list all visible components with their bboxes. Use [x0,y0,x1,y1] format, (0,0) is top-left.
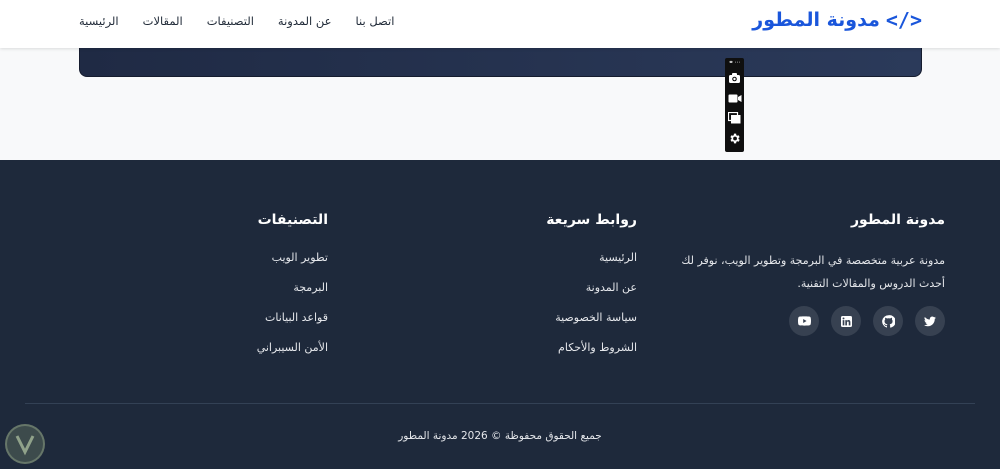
social-links [789,306,945,336]
site-logo[interactable]: </> مدونة المطور [752,8,922,32]
footer-link-home[interactable]: الرئيسية [599,251,637,264]
code-icon: </> [885,8,922,32]
twitter-icon[interactable] [915,306,945,336]
github-icon[interactable] [873,306,903,336]
footer-quick-links-title: روابط سريعة [546,212,637,228]
nav-item-contact[interactable]: اتصل بنا [356,14,395,28]
footer-category-databases[interactable]: قواعد البيانات [265,311,328,324]
logo-text: مدونة المطور [752,9,880,31]
video-icon[interactable] [725,88,744,108]
settings-icon[interactable] [725,128,744,148]
toolbar-grip[interactable]: ⚭ ⋯ [728,58,740,68]
footer-link-about[interactable]: عن المدونة [586,281,637,294]
footer-about-description: مدونة عربية متخصصة في البرمجة وتطوير الو… [681,254,945,290]
footer-divider [25,403,975,404]
footer-link-privacy[interactable]: سياسة الخصوصية [555,311,637,324]
footer-categories-title: التصنيفات [257,212,328,228]
youtube-icon[interactable] [789,306,819,336]
windows-icon[interactable] [725,108,744,128]
nav-item-articles[interactable]: المقالات [143,14,183,28]
quick-links-list: الرئيسية عن المدونة سياسة الخصوصية الشرو… [555,251,637,371]
capture-toolbar: ⚭ ⋯ [725,58,744,152]
footer-link-terms[interactable]: الشروط والأحكام [558,341,637,354]
site-header: </> مدونة المطور الرئيسية المقالات التصن… [0,0,1000,48]
copyright-text: جميع الحقوق محفوظة © 2026 مدونة المطور [398,430,602,442]
camera-icon[interactable] [725,68,744,88]
footer-category-programming[interactable]: البرمجة [293,281,328,294]
watermark-badge [5,424,45,464]
main-nav: الرئيسية المقالات التصنيفات عن المدونة ا… [79,14,394,28]
footer-about-title: مدونة المطور [851,212,945,228]
site-footer: مدونة المطور مدونة عربية متخصصة في البرم… [0,160,1000,469]
footer-category-web[interactable]: تطوير الويب [272,251,328,264]
categories-list: تطوير الويب البرمجة قواعد البيانات الأمن… [257,251,328,371]
linkedin-icon[interactable] [831,306,861,336]
more-icon: ⋯ [734,59,741,66]
footer-category-security[interactable]: الأمن السيبراني [257,341,328,354]
nav-item-about[interactable]: عن المدونة [278,14,332,28]
nav-item-home[interactable]: الرئيسية [79,14,119,28]
link-icon: ⚭ [728,59,734,66]
nav-item-categories[interactable]: التصنيفات [207,14,254,28]
